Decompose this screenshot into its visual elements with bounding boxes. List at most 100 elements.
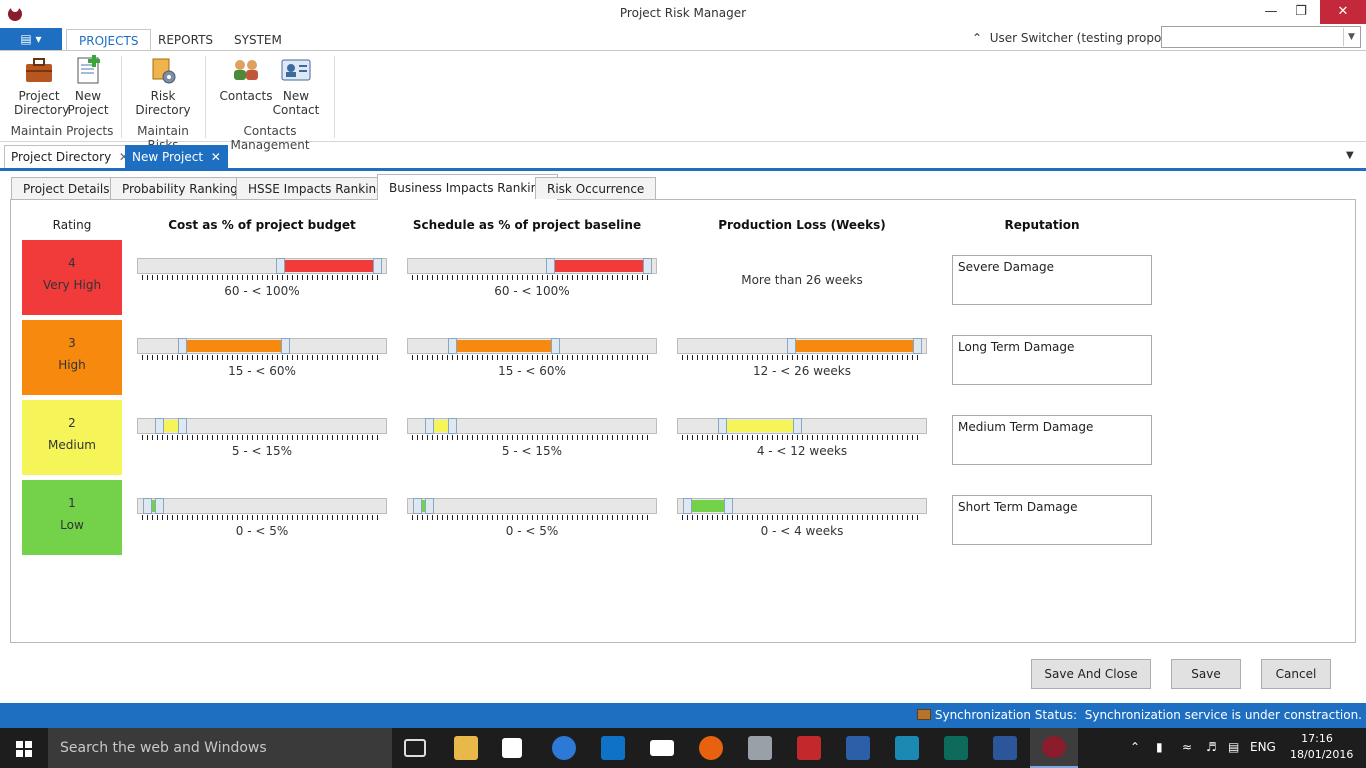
slider-lower-thumb[interactable] xyxy=(276,258,286,274)
production-range-slider[interactable] xyxy=(677,338,927,354)
task-view-icon[interactable] xyxy=(404,739,426,757)
wifi-icon[interactable]: ≈ xyxy=(1182,740,1192,754)
doc-tab-new-project[interactable]: New Project ✕ xyxy=(125,145,228,168)
tab-business-impacts-ranking[interactable]: Business Impacts Ranking xyxy=(377,174,558,200)
restore-button[interactable]: ❐ xyxy=(1282,0,1320,24)
slider-upper-thumb[interactable] xyxy=(424,498,434,514)
cancel-button[interactable]: Cancel xyxy=(1261,659,1331,689)
slider-ticks xyxy=(682,355,922,360)
app-menu-button[interactable]: ▤ ▾ xyxy=(0,28,62,51)
slider-upper-thumb[interactable] xyxy=(447,418,457,434)
outlook-icon[interactable] xyxy=(601,736,625,760)
sync-app-icon[interactable] xyxy=(944,736,968,760)
app-icon xyxy=(1042,736,1066,758)
slider-upper-thumb[interactable] xyxy=(724,498,734,514)
risk-folder-gear-icon xyxy=(147,55,179,85)
slider-lower-thumb[interactable] xyxy=(177,338,187,354)
tab-projects[interactable]: PROJECTS xyxy=(66,29,152,52)
tab-reports[interactable]: REPORTS xyxy=(146,29,225,51)
windows-start-button[interactable] xyxy=(0,728,48,768)
production-range-slider[interactable] xyxy=(677,498,927,514)
taskbar-clock[interactable]: 17:16 18/01/2016 xyxy=(1290,731,1353,763)
slider-lower-thumb[interactable] xyxy=(424,418,434,434)
slider-lower-thumb[interactable] xyxy=(717,418,727,434)
taskbar-search-box[interactable]: Search the web and Windows xyxy=(48,728,392,768)
battery-icon[interactable]: ▮ xyxy=(1156,740,1163,754)
group-label-maintain-projects: Maintain Projects xyxy=(10,124,114,138)
file-explorer-icon[interactable] xyxy=(454,736,478,760)
reputation-textbox[interactable]: Short Term Damage xyxy=(952,495,1152,545)
rating-number: 4 xyxy=(68,256,76,270)
schedule-range-slider[interactable] xyxy=(407,498,657,514)
app-icon-gray[interactable] xyxy=(748,736,772,760)
schedule-range-slider[interactable] xyxy=(407,258,657,274)
translator-icon[interactable] xyxy=(797,736,821,760)
slider-upper-thumb[interactable] xyxy=(373,258,382,274)
doc-tab-project-directory[interactable]: Project Directory ✕ xyxy=(4,145,136,168)
cost-range-slider[interactable] xyxy=(137,338,387,354)
language-indicator[interactable]: ENG xyxy=(1250,740,1276,754)
cost-range-slider[interactable] xyxy=(137,258,387,274)
production-range-slider[interactable] xyxy=(677,418,927,434)
contacts-label: Contacts xyxy=(219,89,273,103)
store-icon[interactable] xyxy=(502,738,522,758)
project-directory-label1: Project xyxy=(18,89,60,103)
schedule-range-slider[interactable] xyxy=(407,338,657,354)
slider-lower-thumb[interactable] xyxy=(143,498,152,514)
tray-expand-icon[interactable]: ⌃ xyxy=(1130,740,1140,754)
reputation-textbox[interactable]: Medium Term Damage xyxy=(952,415,1152,465)
project-risk-manager-taskbar-button[interactable] xyxy=(1030,728,1078,768)
chart-app-icon[interactable] xyxy=(895,736,919,760)
cost-range-slider[interactable] xyxy=(137,498,387,514)
slider-upper-thumb[interactable] xyxy=(793,418,803,434)
tab-system[interactable]: SYSTEM xyxy=(222,29,294,51)
user-switcher-dropdown[interactable]: ▼ xyxy=(1161,26,1361,48)
cost-range-slider[interactable] xyxy=(137,418,387,434)
tab-hsse-impacts-ranking[interactable]: HSSE Impacts Ranking xyxy=(236,177,396,199)
reputation-textbox[interactable]: Long Term Damage xyxy=(952,335,1152,385)
slider-upper-thumb[interactable] xyxy=(643,258,652,274)
tab-risk-occurrence[interactable]: Risk Occurrence xyxy=(535,177,657,199)
cost-range-label: 5 - < 15% xyxy=(231,444,293,458)
word-icon[interactable] xyxy=(993,736,1017,760)
windows-logo-icon xyxy=(16,741,32,757)
contacts-button[interactable]: Contacts xyxy=(218,55,274,103)
tab-project-details[interactable]: Project Details xyxy=(11,177,122,199)
slider-lower-thumb[interactable] xyxy=(683,498,692,514)
contacts-people-icon xyxy=(230,55,262,85)
close-button[interactable]: ✕ xyxy=(1320,0,1366,24)
chevron-down-icon[interactable]: ▼ xyxy=(1343,28,1359,46)
window-title: Project Risk Manager xyxy=(619,6,747,20)
risk-directory-button[interactable]: Risk Directory xyxy=(134,55,192,117)
project-directory-button[interactable]: Project Directory xyxy=(14,55,69,117)
save-and-close-button[interactable]: Save And Close xyxy=(1031,659,1151,689)
slider-upper-thumb[interactable] xyxy=(177,418,187,434)
app-icon-circle[interactable] xyxy=(552,736,576,760)
slider-upper-thumb[interactable] xyxy=(281,338,290,354)
slider-lower-thumb[interactable] xyxy=(447,338,457,354)
header-cost: Cost as % of project budget xyxy=(168,218,356,232)
save-button[interactable]: Save xyxy=(1171,659,1241,689)
collapse-ribbon-icon[interactable]: ⌃ xyxy=(972,31,982,45)
tab-overflow-icon[interactable]: ▼ xyxy=(1346,150,1354,161)
slider-lower-thumb[interactable] xyxy=(413,498,422,514)
scanner-icon[interactable] xyxy=(846,736,870,760)
new-contact-button[interactable]: New Contact xyxy=(272,55,320,117)
slider-upper-thumb[interactable] xyxy=(154,498,164,514)
slider-upper-thumb[interactable] xyxy=(913,338,922,354)
reputation-textbox[interactable]: Severe Damage xyxy=(952,255,1152,305)
slider-upper-thumb[interactable] xyxy=(551,338,560,354)
firefox-icon[interactable] xyxy=(699,736,723,760)
mail-icon[interactable] xyxy=(650,740,674,756)
app-icon[interactable] xyxy=(8,7,22,21)
close-tab-icon[interactable]: ✕ xyxy=(211,150,221,164)
slider-lower-thumb[interactable] xyxy=(786,338,796,354)
new-project-button[interactable]: New Project xyxy=(66,55,110,117)
slider-lower-thumb[interactable] xyxy=(154,418,164,434)
rating-label: High xyxy=(58,358,86,372)
slider-lower-thumb[interactable] xyxy=(546,258,556,274)
tab-probability-ranking[interactable]: Probability Ranking xyxy=(110,177,250,199)
notification-icon[interactable]: ▤ xyxy=(1228,740,1239,754)
volume-icon[interactable]: ♬ xyxy=(1206,740,1217,754)
schedule-range-slider[interactable] xyxy=(407,418,657,434)
